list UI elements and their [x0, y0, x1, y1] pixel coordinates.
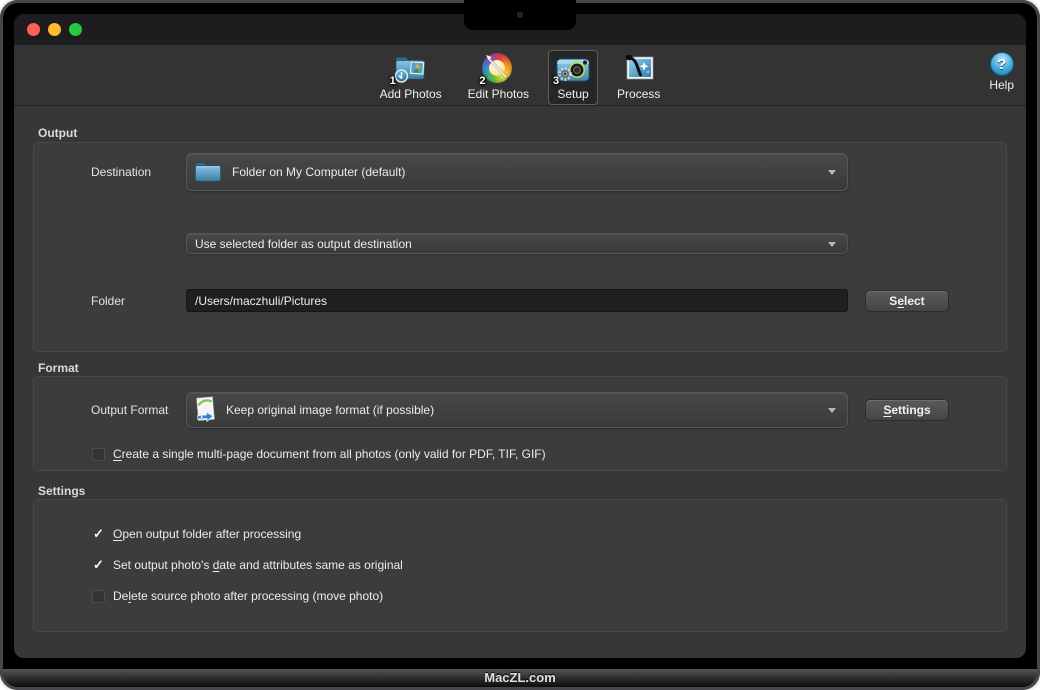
groupbox-output: Destination Folder on My Computer	[33, 142, 1007, 352]
toolbar-item-label: Add Photos	[380, 87, 442, 101]
step-badge: 3	[553, 75, 559, 87]
toolbar-item-setup[interactable]: 3 Setup	[548, 50, 598, 105]
setup-icon: 3	[555, 52, 591, 85]
close-button[interactable]	[27, 23, 40, 36]
destination-value: Folder on My Computer (default)	[232, 165, 405, 179]
set-date-checkbox[interactable]	[92, 559, 105, 572]
output-format-label: Output Format	[91, 403, 186, 417]
help-icon	[990, 52, 1014, 76]
app-window: 1 Add Photos 2	[14, 14, 1026, 658]
open-folder-checkbox-label: Open output folder after processing	[113, 527, 301, 541]
folder-label: Folder	[91, 294, 186, 308]
delete-source-checkbox-label: Delete source photo after processing (mo…	[113, 589, 383, 603]
watermark: MacZL.com	[484, 670, 556, 685]
multipage-checkbox-row[interactable]: Create a single multi-page document from…	[92, 447, 1006, 461]
destination-mode-dropdown[interactable]: Use selected folder as output destinatio…	[186, 233, 848, 254]
zoom-button[interactable]	[69, 23, 82, 36]
set-date-checkbox-label: Set output photo's date and attributes s…	[113, 558, 403, 572]
step-badge: 2	[479, 75, 485, 87]
format-settings-button[interactable]: Settings	[865, 399, 949, 421]
section-title-format: Format	[38, 361, 1026, 375]
chevron-down-icon	[828, 408, 836, 413]
toolbar-item-label: Process	[617, 87, 660, 101]
toolbar-item-edit-photos[interactable]: 2 Edit Photos	[461, 50, 536, 105]
delete-source-checkbox[interactable]	[92, 590, 105, 603]
step-badge: 1	[390, 75, 396, 87]
image-format-icon	[193, 395, 217, 425]
destination-mode-value: Use selected folder as output destinatio…	[195, 237, 412, 251]
select-folder-button[interactable]: Select	[865, 290, 949, 312]
help-label: Help	[989, 78, 1014, 92]
multipage-checkbox[interactable]	[92, 448, 105, 461]
chevron-down-icon	[828, 170, 836, 175]
macbook-mockup: 1 Add Photos 2	[0, 0, 1040, 690]
open-folder-checkbox[interactable]	[92, 528, 105, 541]
toolbar-item-help[interactable]: Help	[989, 52, 1014, 92]
toolbar-item-label: Setup	[557, 87, 588, 101]
webcam-icon	[517, 12, 523, 18]
laptop-chin: MacZL.com	[3, 669, 1037, 687]
toolbar-item-add-photos[interactable]: 1 Add Photos	[373, 50, 449, 105]
toolbar-item-label: Edit Photos	[468, 87, 529, 101]
destination-label: Destination	[91, 165, 186, 179]
open-folder-checkbox-row[interactable]: Open output folder after processing	[92, 527, 1006, 541]
folder-path-input[interactable]	[186, 289, 848, 312]
output-format-value: Keep original image format (if possible)	[226, 403, 434, 417]
edit-photos-icon: 2	[481, 52, 515, 85]
section-title-output: Output	[38, 126, 1026, 140]
minimize-button[interactable]	[48, 23, 61, 36]
screen: 1 Add Photos 2	[14, 14, 1026, 658]
groupbox-format: Output Format	[33, 376, 1007, 471]
display-notch	[464, 0, 576, 30]
delete-source-checkbox-row[interactable]: Delete source photo after processing (mo…	[92, 589, 1006, 603]
toolbar: 1 Add Photos 2	[14, 45, 1026, 106]
toolbar-item-process[interactable]: Process	[610, 50, 667, 105]
folder-icon	[193, 160, 223, 184]
add-photos-icon: 1	[392, 52, 430, 85]
set-date-checkbox-row[interactable]: Set output photo's date and attributes s…	[92, 558, 1006, 572]
process-icon	[622, 52, 656, 85]
destination-dropdown[interactable]: Folder on My Computer (default)	[186, 153, 848, 191]
chevron-down-icon	[828, 242, 836, 247]
output-format-dropdown[interactable]: Keep original image format (if possible)	[186, 392, 848, 428]
laptop-frame: 1 Add Photos 2	[0, 0, 1040, 690]
main-content: Output Destination	[14, 106, 1026, 658]
multipage-checkbox-label: Create a single multi-page document from…	[113, 447, 546, 461]
section-title-settings: Settings	[38, 484, 1026, 498]
groupbox-settings: Open output folder after processing Set …	[33, 499, 1007, 632]
